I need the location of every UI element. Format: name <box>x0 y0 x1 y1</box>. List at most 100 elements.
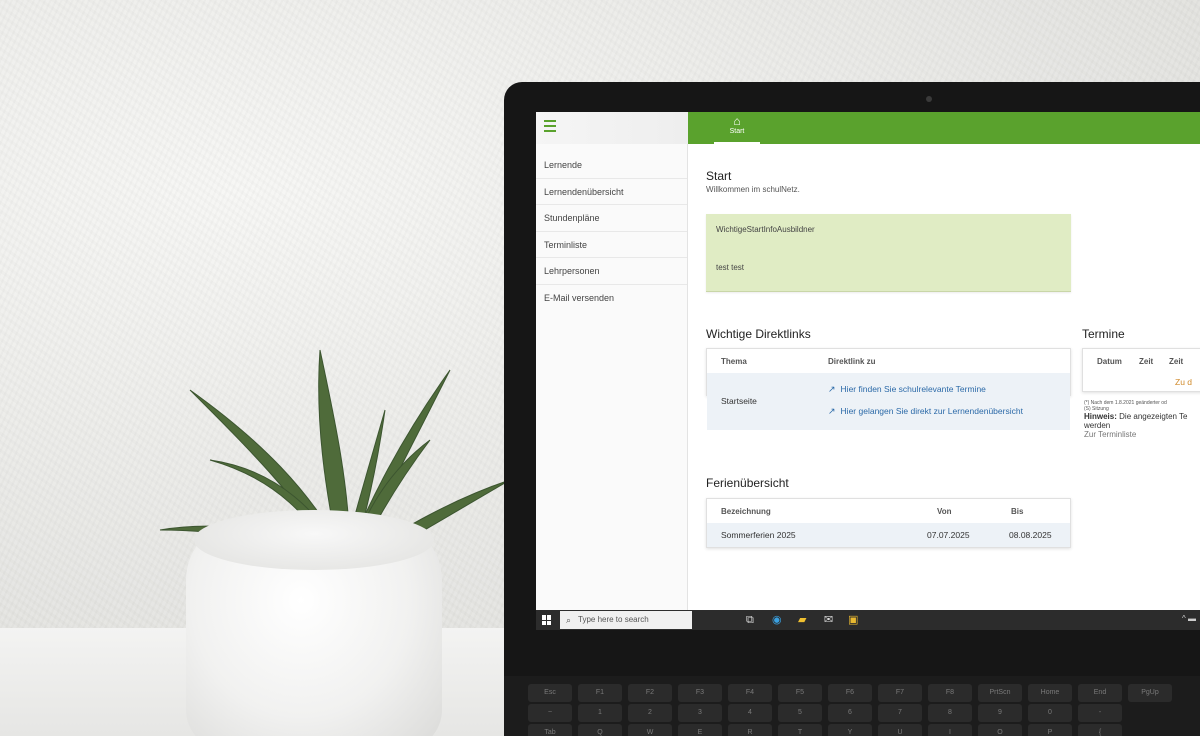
key: Tab <box>528 724 572 736</box>
task-view-icon[interactable]: ⧉ <box>746 613 754 627</box>
external-link-icon: ↗ <box>828 406 836 416</box>
link-lernendenuebersicht-label: Hier gelangen Sie direkt zur Lernendenüb… <box>840 406 1023 416</box>
key: W <box>628 724 672 736</box>
key: 8 <box>928 704 972 722</box>
hint-label: Hinweis: <box>1084 412 1117 421</box>
col-header-von: Von <box>937 507 952 516</box>
keyboard-row-qwerty: Tab Q W E R T Y U I O P { <box>528 724 1122 736</box>
key: ~ <box>528 704 572 722</box>
key: 5 <box>778 704 822 722</box>
key: F4 <box>728 684 772 702</box>
key: Home <box>1028 684 1072 702</box>
laptop-screen: ⌂ Start Lernende Lernendenübersicht Stun… <box>536 112 1200 630</box>
key: - <box>1078 704 1122 722</box>
main-content: Start Willkommen im schulNetz. WichtigeS… <box>688 144 1200 610</box>
col-header-datum: Datum <box>1097 357 1122 366</box>
key: T <box>778 724 822 736</box>
key: F5 <box>778 684 822 702</box>
key: F2 <box>628 684 672 702</box>
sidebar-item-stundenplaene[interactable]: Stundenpläne <box>536 205 687 232</box>
col-header-zeit: Zeit <box>1139 357 1154 366</box>
info-heading: WichtigeStartInfoAusbildner <box>716 225 815 234</box>
link-termine-label: Hier finden Sie schulrelevante Termine <box>840 384 986 394</box>
key: F6 <box>828 684 872 702</box>
edge-browser-icon[interactable]: ◉ <box>772 613 782 627</box>
ferien-bis: 08.08.2025 <box>1009 530 1052 540</box>
key: E <box>678 724 722 736</box>
col-header-direktlink: Direktlink zu <box>828 357 876 366</box>
key: 1 <box>578 704 622 722</box>
key: Y <box>828 724 872 736</box>
top-bar-left <box>536 112 688 144</box>
tab-start[interactable]: ⌂ Start <box>714 112 760 144</box>
key: Q <box>578 724 622 736</box>
sidebar-item-terminliste[interactable]: Terminliste <box>536 232 687 258</box>
col-header-bis: Bis <box>1011 507 1024 516</box>
file-explorer-icon[interactable]: ▰ <box>798 613 806 627</box>
hint-text: Die angezeigten Te <box>1119 412 1188 421</box>
page-title: Start <box>706 169 732 183</box>
ferien-von: 07.07.2025 <box>927 530 970 540</box>
termine-hint-2: werden <box>1084 421 1111 430</box>
key: F8 <box>928 684 972 702</box>
windows-taskbar: ⌕ Type here to search ⧉ ◉ ▰ ✉ ▣ ^ ▬ <box>536 610 1200 630</box>
search-icon: ⌕ <box>566 615 572 625</box>
termine-table: Datum Zeit Zeit Zu d <box>1082 348 1200 392</box>
key: F7 <box>878 684 922 702</box>
direktlink-thema-cell: Startseite <box>721 396 757 406</box>
key: 9 <box>978 704 1022 722</box>
key: 0 <box>1028 704 1072 722</box>
key: O <box>978 724 1022 736</box>
welcome-text: Willkommen im schulNetz. <box>706 185 800 194</box>
key: U <box>878 724 922 736</box>
sidebar-item-lehrpersonen[interactable]: Lehrpersonen <box>536 258 687 285</box>
sidebar-item-lernende[interactable]: Lernende <box>536 152 687 179</box>
key: End <box>1078 684 1122 702</box>
key: F3 <box>678 684 722 702</box>
key: R <box>728 724 772 736</box>
col-header-thema: Thema <box>721 357 747 366</box>
ferien-bezeichnung: Sommerferien 2025 <box>721 530 796 540</box>
windows-start-icon[interactable] <box>542 615 552 625</box>
link-lernendenuebersicht[interactable]: ↗ Hier gelangen Sie direkt zur Lernendenü… <box>828 406 1023 417</box>
col-header-zeit-2: Zeit <box>1169 357 1184 366</box>
info-text: test test <box>716 263 745 272</box>
top-bar: ⌂ Start <box>536 112 1200 144</box>
keyboard-row-function: Esc F1 F2 F3 F4 F5 F6 F7 F8 PrtScn Home … <box>528 684 1172 702</box>
system-tray[interactable]: ^ ▬ <box>1182 614 1196 623</box>
ferien-title: Ferienübersicht <box>706 476 789 490</box>
sidebar-item-lernendenuebersicht[interactable]: Lernendenübersicht <box>536 179 687 205</box>
key: 2 <box>628 704 672 722</box>
white-plant-pot <box>186 510 442 736</box>
key: 6 <box>828 704 872 722</box>
webcam-icon <box>926 96 932 102</box>
key: 4 <box>728 704 772 722</box>
sidebar-item-email-versenden[interactable]: E-Mail versenden <box>536 285 687 312</box>
hamburger-menu-icon[interactable] <box>544 120 556 132</box>
termine-hint: Hinweis: Die angezeigten Te <box>1084 412 1188 421</box>
top-bar-green <box>688 112 1200 144</box>
termine-title: Termine <box>1082 327 1125 341</box>
taskbar-search-placeholder: Type here to search <box>578 615 649 624</box>
key: I <box>928 724 972 736</box>
key: Esc <box>528 684 572 702</box>
key: P <box>1028 724 1072 736</box>
key: { <box>1078 724 1122 736</box>
terminliste-link[interactable]: Zur Terminliste <box>1084 430 1136 439</box>
ferien-table: Bezeichnung Von Bis Sommerferien 2025 07… <box>706 498 1071 548</box>
store-icon[interactable]: ▣ <box>848 613 858 627</box>
keyboard-row-numbers: ~ 1 2 3 4 5 6 7 8 9 0 - <box>528 704 1122 722</box>
key: 7 <box>878 704 922 722</box>
key: PgUp <box>1128 684 1172 702</box>
direktlinks-title: Wichtige Direktlinks <box>706 327 811 341</box>
link-termine[interactable]: ↗ Hier finden Sie schulrelevante Termine <box>828 384 986 395</box>
start-info-box: WichtigeStartInfoAusbildner test test <box>706 214 1071 292</box>
key: 3 <box>678 704 722 722</box>
taskbar-search-input[interactable]: ⌕ Type here to search <box>560 611 692 629</box>
termine-partial-row: Zu d <box>1175 377 1193 387</box>
home-icon: ⌂ <box>733 114 741 128</box>
external-link-icon: ↗ <box>828 384 836 394</box>
mail-icon[interactable]: ✉ <box>824 613 833 627</box>
key: PrtScn <box>978 684 1022 702</box>
key: F1 <box>578 684 622 702</box>
